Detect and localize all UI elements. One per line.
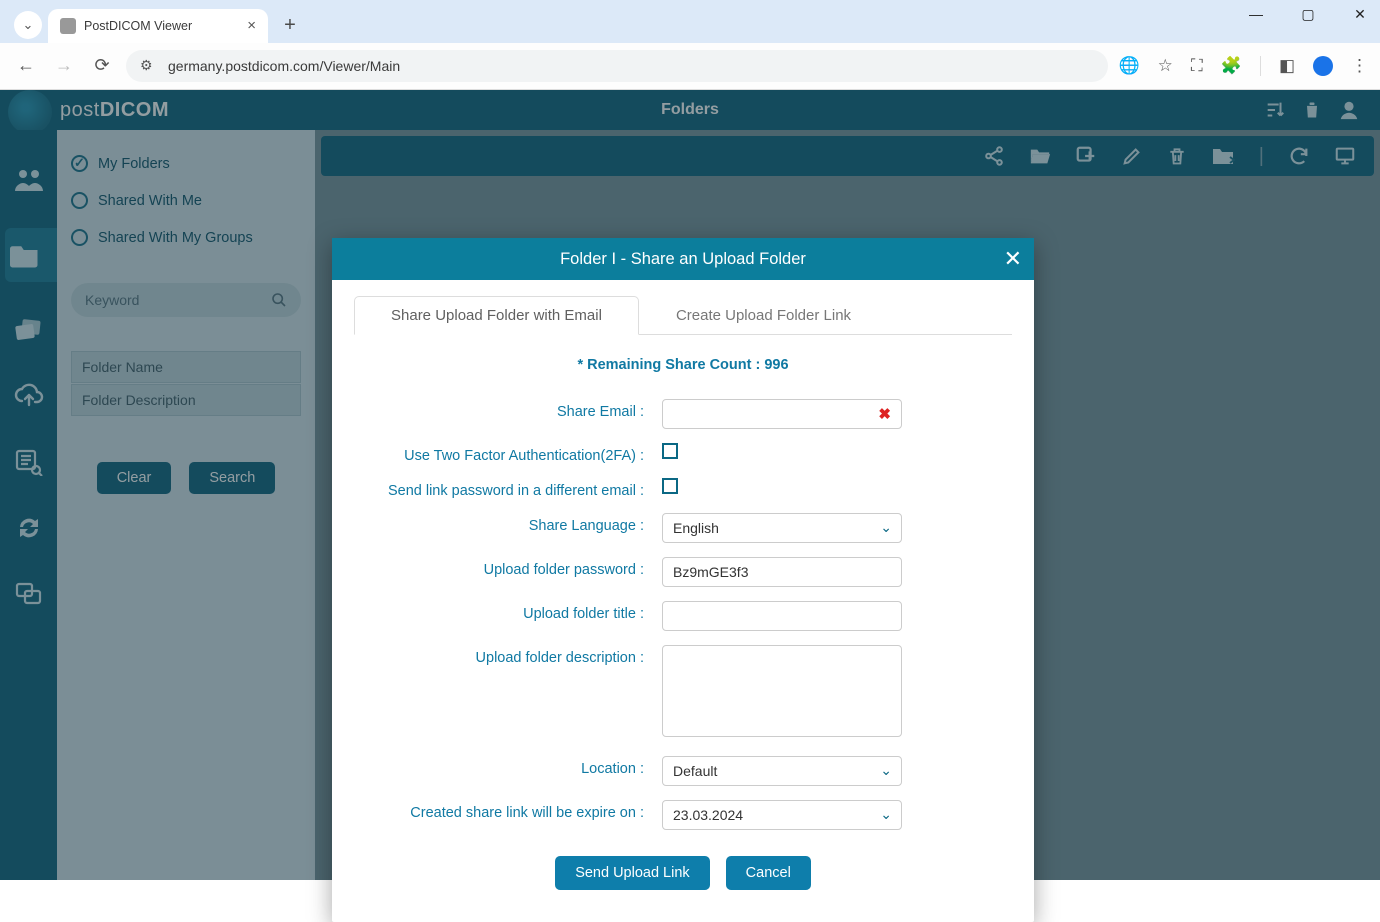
modal-body: Share Upload Folder with Email Create Up… — [332, 280, 1034, 922]
label-expire: Created share link will be expire on : — [354, 800, 644, 821]
chrome-menu-icon[interactable]: ⋮ — [1351, 56, 1368, 76]
modal-header: Folder I - Share an Upload Folder ✕ — [332, 238, 1034, 280]
close-icon[interactable]: ✕ — [1004, 246, 1022, 272]
app-root: postDICOM Folders — [0, 90, 1380, 880]
upload-description-textarea[interactable] — [662, 645, 902, 737]
bookmark-icon[interactable]: ☆ — [1158, 56, 1173, 76]
label-upload-password: Upload folder password : — [354, 557, 644, 578]
window-controls: — ▢ ✕ — [1242, 6, 1374, 23]
screen-icon[interactable]: ⛶ — [1191, 56, 1203, 76]
label-share-email: Share Email : — [354, 399, 644, 420]
modal-tabs: Share Upload Folder with Email Create Up… — [354, 296, 1012, 335]
label-share-language: Share Language : — [354, 513, 644, 534]
modal-footer: Send Upload Link Cancel — [354, 840, 1012, 912]
tab-create-link[interactable]: Create Upload Folder Link — [639, 296, 888, 334]
close-tab-icon[interactable]: × — [247, 17, 256, 34]
remaining-share-count: * Remaining Share Count : 996 — [354, 357, 1012, 373]
send-upload-link-button[interactable]: Send Upload Link — [555, 856, 709, 890]
reload-button[interactable]: ⟳ — [88, 55, 116, 76]
location-select[interactable]: Default — [662, 756, 902, 786]
label-pwd-separate: Send link password in a different email … — [354, 478, 644, 499]
favicon — [60, 18, 76, 34]
browser-chrome: ⌄ PostDICOM Viewer × + — ▢ ✕ ← → ⟳ ⚙ ger… — [0, 0, 1380, 90]
input-value: 23.03.2024 — [673, 807, 743, 823]
chevron-down-icon: ⌄ — [880, 762, 892, 779]
forward-button[interactable]: → — [50, 55, 78, 76]
new-tab-button[interactable]: + — [276, 14, 304, 37]
upload-password-input[interactable]: Bz9mGE3f3 — [662, 557, 902, 587]
modal-title: Folder I - Share an Upload Folder — [560, 250, 806, 269]
address-bar[interactable]: ⚙ germany.postdicom.com/Viewer/Main — [126, 50, 1108, 82]
chrome-action-icons: 🌐 ☆ ⛶ 🧩 ◧ ⋮ — [1118, 56, 1368, 76]
label-location: Location : — [354, 756, 644, 777]
error-x-icon: ✖ — [878, 405, 891, 423]
select-value: English — [673, 520, 719, 536]
share-language-select[interactable]: English — [662, 513, 902, 543]
back-button[interactable]: ← — [12, 55, 40, 76]
browser-tab[interactable]: PostDICOM Viewer × — [48, 9, 268, 43]
label-upload-description: Upload folder description : — [354, 645, 644, 666]
sidepanel-icon[interactable]: ◧ — [1279, 56, 1295, 76]
share-form: Share Email : ✖ Use Two Factor Authentic… — [354, 399, 1012, 830]
select-value: Default — [673, 763, 717, 779]
url-text: germany.postdicom.com/Viewer/Main — [168, 58, 400, 74]
site-info-icon[interactable]: ⚙ — [140, 57, 158, 74]
chevron-down-icon: ⌄ — [880, 519, 892, 536]
input-value: Bz9mGE3f3 — [673, 564, 748, 580]
expire-date-input[interactable]: 23.03.2024 — [662, 800, 902, 830]
tab-title: PostDICOM Viewer — [84, 19, 192, 33]
cancel-button[interactable]: Cancel — [726, 856, 811, 890]
profile-avatar[interactable] — [1313, 56, 1333, 76]
upload-title-input[interactable] — [662, 601, 902, 631]
maximize-button[interactable]: ▢ — [1294, 6, 1322, 23]
divider — [1260, 56, 1261, 76]
minimize-button[interactable]: — — [1242, 6, 1270, 23]
close-window-button[interactable]: ✕ — [1346, 6, 1374, 23]
pwd-separate-checkbox[interactable] — [662, 478, 678, 494]
label-2fa: Use Two Factor Authentication(2FA) : — [354, 443, 644, 464]
tab-share-email[interactable]: Share Upload Folder with Email — [354, 296, 639, 335]
tab-strip: ⌄ PostDICOM Viewer × + — ▢ ✕ — [0, 0, 1380, 43]
chevron-down-icon: ⌄ — [880, 806, 892, 823]
translate-icon[interactable]: 🌐 — [1118, 56, 1139, 76]
share-email-input[interactable]: ✖ — [662, 399, 902, 429]
two-factor-checkbox[interactable] — [662, 443, 678, 459]
label-upload-title: Upload folder title : — [354, 601, 644, 622]
share-upload-modal: Folder I - Share an Upload Folder ✕ Shar… — [332, 238, 1034, 922]
tab-search-button[interactable]: ⌄ — [14, 11, 42, 39]
extension-icon[interactable]: 🧩 — [1221, 56, 1242, 76]
address-row: ← → ⟳ ⚙ germany.postdicom.com/Viewer/Mai… — [0, 43, 1380, 89]
